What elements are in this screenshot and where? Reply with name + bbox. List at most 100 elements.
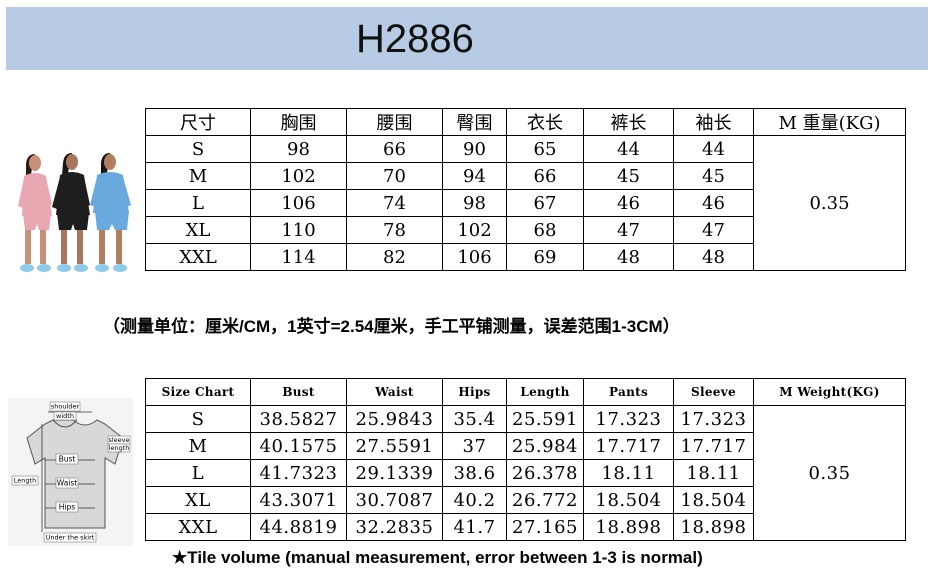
- diagram-label-length: Length: [14, 477, 36, 485]
- cell-sleeve: 18.504: [673, 486, 754, 514]
- cell-waist: 30.7087: [346, 486, 443, 514]
- cell-sleeve: 18.11: [673, 459, 754, 487]
- model-black: [52, 153, 90, 272]
- cell-pants: 17.323: [583, 405, 674, 433]
- cell-sleeve: 46: [673, 189, 754, 217]
- cell-waist: 78: [346, 216, 443, 244]
- cell-sleeve: 47: [673, 216, 754, 244]
- cell-pants: 45: [583, 162, 674, 190]
- header-hips: 臀围: [442, 108, 507, 136]
- cell-length: 26.378: [506, 459, 584, 487]
- cell-length: 67: [506, 189, 584, 217]
- cell-length: 26.772: [506, 486, 584, 514]
- header-pants: Pants: [583, 378, 674, 406]
- cell-length: 27.165: [506, 513, 584, 541]
- cell-bust: 43.3071: [250, 486, 347, 514]
- header-bust: 胸围: [250, 108, 347, 136]
- cell-pants: 18.898: [583, 513, 674, 541]
- cell-waist: 74: [346, 189, 443, 217]
- cell-size: M: [145, 432, 251, 460]
- table-header-row: 尺寸 胸围 腰围 臀围 衣长 裤长 袖长 M 重量(KG): [145, 108, 906, 136]
- cell-pants: 18.504: [583, 486, 674, 514]
- header-bust: Bust: [250, 378, 347, 406]
- cell-size: XXL: [145, 513, 251, 541]
- measurement-note-en: ★Tile volume (manual measurement, error …: [172, 548, 703, 567]
- cell-hips: 94: [442, 162, 507, 190]
- cell-waist: 70: [346, 162, 443, 190]
- size-table-inch: Size Chart Bust Waist Hips Length Pants …: [145, 378, 906, 541]
- cell-sleeve: 17.717: [673, 432, 754, 460]
- cell-length: 66: [506, 162, 584, 190]
- header-weight: M 重量(KG): [753, 108, 906, 136]
- header-waist: Waist: [346, 378, 443, 406]
- header-length: 衣长: [506, 108, 584, 136]
- title-banner: H2886: [6, 7, 928, 70]
- diagram-label-bust: Bust: [59, 455, 76, 464]
- cell-bust: 106: [250, 189, 347, 217]
- cell-sleeve: 17.323: [673, 405, 754, 433]
- cell-size: L: [145, 459, 251, 487]
- measurement-diagram: shoulder width sleeve length Bust Length…: [8, 398, 133, 546]
- diagram-label-waist: Waist: [57, 479, 78, 488]
- cell-pants: 47: [583, 216, 674, 244]
- diagram-label-sleeve: sleeve: [108, 436, 129, 444]
- cell-sleeve: 44: [673, 135, 754, 163]
- header-pants: 裤长: [583, 108, 674, 136]
- diagram-label-shoulder: shoulder: [51, 403, 80, 411]
- cell-bust: 110: [250, 216, 347, 244]
- cell-pants: 44: [583, 135, 674, 163]
- table-row: S 98 66 90 65 44 44 0.35: [145, 135, 906, 271]
- diagram-label-width: width: [56, 412, 74, 420]
- cell-bust: 40.1575: [250, 432, 347, 460]
- header-size: 尺寸: [145, 108, 251, 136]
- cell-sleeve: 18.898: [673, 513, 754, 541]
- cell-length: 25.984: [506, 432, 584, 460]
- header-sleeve: Sleeve: [673, 378, 754, 406]
- header-length: Length: [506, 378, 584, 406]
- cell-bust: 102: [250, 162, 347, 190]
- header-hips: Hips: [442, 378, 507, 406]
- product-photo: [18, 153, 131, 272]
- size-table-cm: 尺寸 胸围 腰围 臀围 衣长 裤长 袖长 M 重量(KG) S 98 66 90…: [145, 108, 906, 271]
- cell-hips: 41.7: [442, 513, 507, 541]
- cell-length: 69: [506, 243, 584, 271]
- diagram-label-hips: Hips: [59, 503, 75, 512]
- cell-sleeve: 45: [673, 162, 754, 190]
- cell-sleeve: 48: [673, 243, 754, 271]
- measurement-note-cn: （测量单位：厘米/CM，1英寸=2.54厘米，手工平铺测量，误差范围1-3CM）: [103, 317, 680, 336]
- model-blue: [90, 153, 131, 272]
- header-sleeve: 袖长: [673, 108, 754, 136]
- product-code-title: H2886: [356, 17, 474, 61]
- diagram-label-under-skirt: Under the skirt: [46, 534, 95, 542]
- cell-waist: 25.9843: [346, 405, 443, 433]
- table-header-row: Size Chart Bust Waist Hips Length Pants …: [145, 378, 906, 406]
- cell-pants: 18.11: [583, 459, 674, 487]
- cell-size: S: [145, 135, 251, 163]
- cell-bust: 114: [250, 243, 347, 271]
- cell-length: 68: [506, 216, 584, 244]
- cell-bust: 38.5827: [250, 405, 347, 433]
- cell-waist: 27.5591: [346, 432, 443, 460]
- cell-waist: 32.2835: [346, 513, 443, 541]
- table-row: S 38.5827 25.9843 35.4 25.591 17.323 17.…: [145, 405, 906, 541]
- header-weight: M Weight(KG): [753, 378, 906, 406]
- cell-waist: 82: [346, 243, 443, 271]
- cell-length: 65: [506, 135, 584, 163]
- header-size-chart: Size Chart: [145, 378, 251, 406]
- cell-bust: 41.7323: [250, 459, 347, 487]
- diagram-label-sleeve-length: length: [109, 444, 130, 452]
- cell-hips: 98: [442, 189, 507, 217]
- cell-waist: 66: [346, 135, 443, 163]
- cell-hips: 37: [442, 432, 507, 460]
- header-waist: 腰围: [346, 108, 443, 136]
- cell-hips: 35.4: [442, 405, 507, 433]
- cell-size: M: [145, 162, 251, 190]
- cell-weight: 0.35: [753, 405, 906, 541]
- cell-hips: 40.2: [442, 486, 507, 514]
- cell-pants: 48: [583, 243, 674, 271]
- cell-waist: 29.1339: [346, 459, 443, 487]
- cell-weight: 0.35: [753, 135, 906, 271]
- cell-hips: 102: [442, 216, 507, 244]
- cell-size: XL: [145, 486, 251, 514]
- cell-size: XXL: [145, 243, 251, 271]
